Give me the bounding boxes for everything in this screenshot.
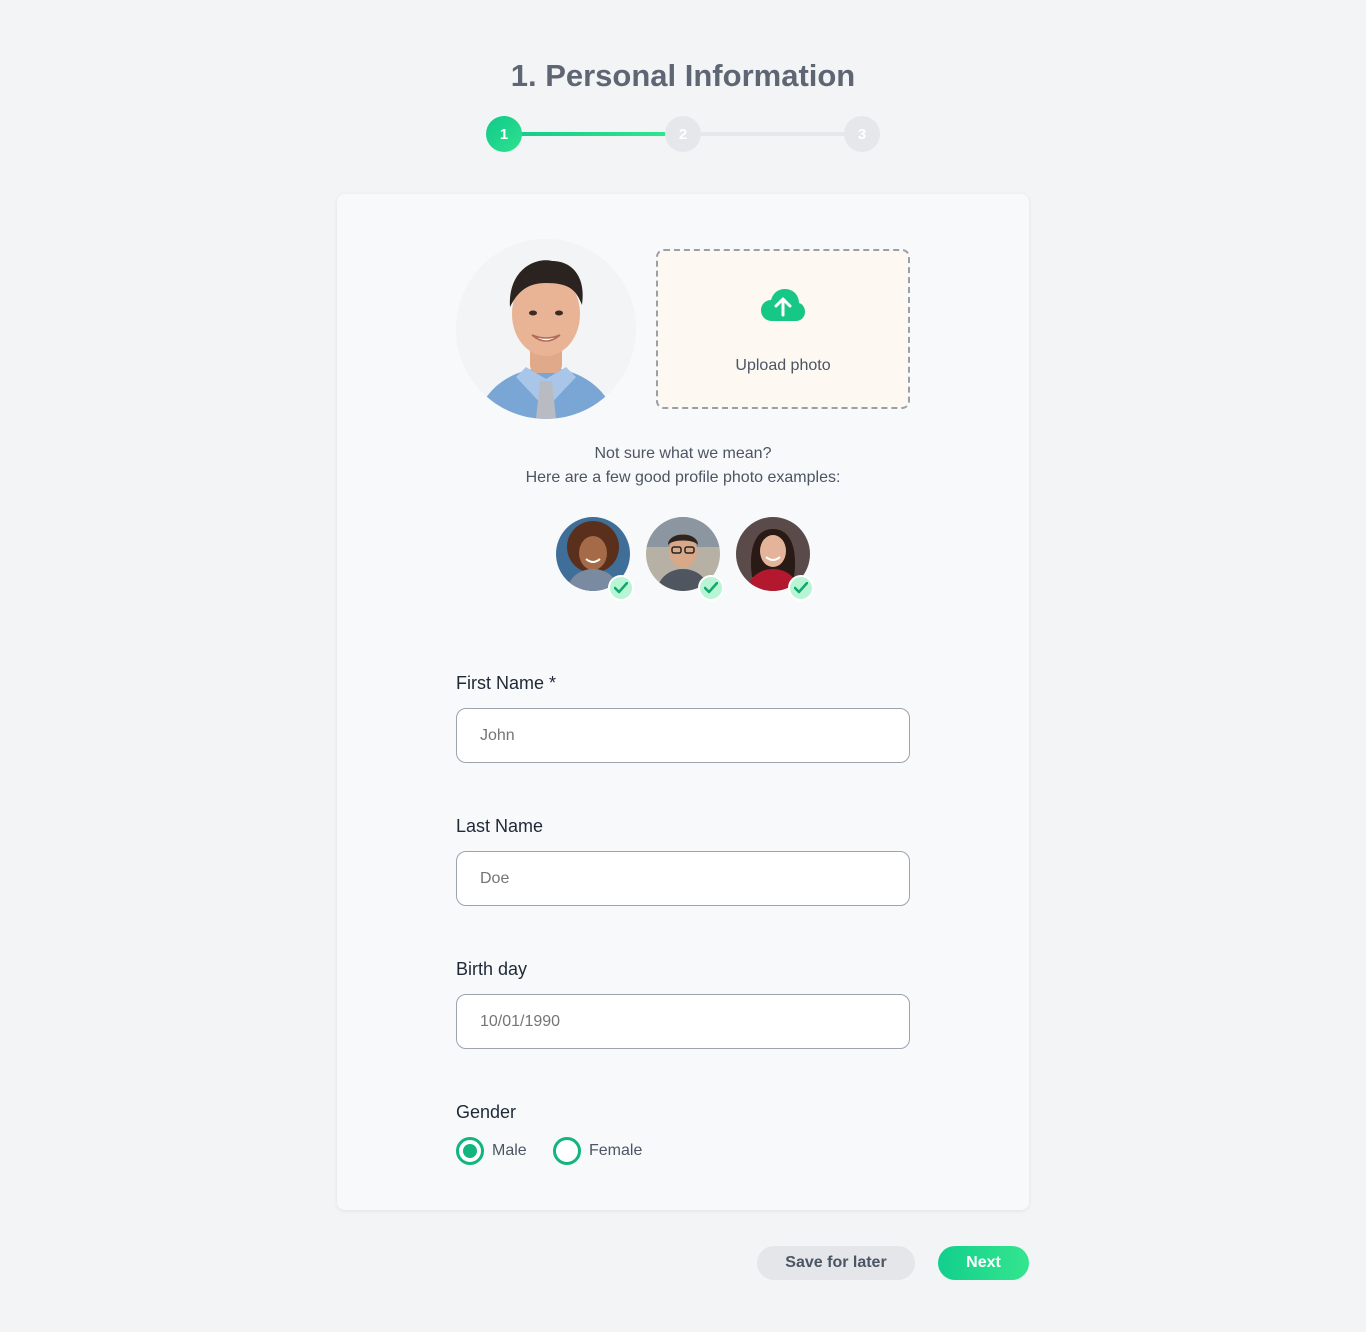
next-button[interactable]: Next — [938, 1246, 1029, 1280]
profile-photo-preview — [456, 239, 636, 419]
gender-radio-male[interactable]: Male — [456, 1137, 527, 1165]
example-photo-3 — [736, 517, 814, 601]
gender-label: Gender — [456, 1102, 517, 1122]
upload-photo-dropzone[interactable]: Upload photo — [656, 249, 910, 409]
save-for-later-button[interactable]: Save for later — [757, 1246, 915, 1280]
step-1[interactable]: 1 — [486, 116, 522, 152]
gender-option-label: Male — [492, 1142, 527, 1159]
step-connector-completed — [504, 132, 666, 136]
gender-radio-female[interactable]: Female — [553, 1137, 642, 1165]
radio-unselected-icon — [553, 1137, 581, 1165]
step-connector-pending — [683, 132, 845, 136]
birthday-input[interactable] — [456, 994, 910, 1049]
radio-selected-icon — [456, 1137, 484, 1165]
personal-info-card: Upload photo Not sure what we mean? Here… — [337, 194, 1029, 1210]
first-name-input[interactable] — [456, 708, 910, 763]
birthday-label: Birth day — [456, 959, 528, 979]
last-name-label: Last Name — [456, 816, 544, 836]
check-icon — [698, 575, 724, 601]
upload-photo-label: Upload photo — [735, 357, 831, 374]
progress-stepper: 1 2 3 — [486, 116, 880, 152]
gender-option-label: Female — [589, 1142, 643, 1159]
check-icon — [788, 575, 814, 601]
check-icon — [608, 575, 634, 601]
example-photo-1 — [556, 517, 634, 601]
first-name-label: First Name * — [456, 673, 557, 693]
step-3[interactable]: 3 — [844, 116, 880, 152]
page-title: 1. Personal Information — [510, 58, 856, 93]
last-name-input[interactable] — [456, 851, 910, 906]
photo-hint-question: Not sure what we mean? — [594, 445, 772, 462]
step-2[interactable]: 2 — [665, 116, 701, 152]
cloud-upload-icon — [760, 287, 806, 327]
photo-hint-examples: Here are a few good profile photo exampl… — [525, 469, 841, 486]
example-photo-2 — [646, 517, 724, 601]
